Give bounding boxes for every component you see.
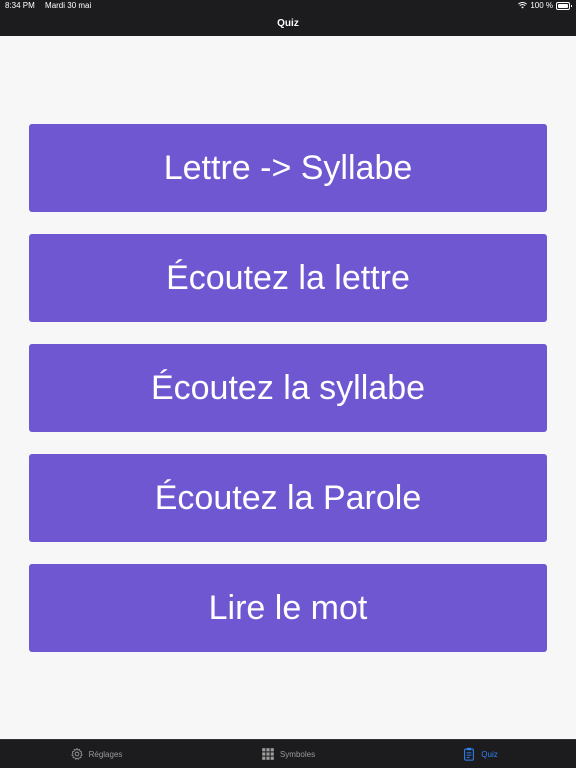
page-title: Quiz: [277, 18, 299, 29]
battery-percent: 100 %: [530, 1, 553, 10]
tab-symbols-label: Symboles: [279, 749, 316, 759]
tab-quiz[interactable]: Quiz: [384, 740, 576, 768]
battery-icon: [556, 1, 572, 10]
status-time: 8:34 PM: [5, 1, 35, 10]
status-date: Mardi 30 mai: [45, 1, 92, 10]
status-left: 8:34 PM Mardi 30 mai: [5, 1, 91, 10]
quiz-letter-to-syllable-button[interactable]: Lettre -> Syllabe: [29, 124, 547, 212]
tab-symbols[interactable]: Symboles: [192, 740, 384, 768]
tab-settings[interactable]: Réglages: [0, 740, 192, 768]
quiz-listen-letter-button[interactable]: Écoutez la lettre: [29, 234, 547, 322]
quiz-listen-speech-button[interactable]: Écoutez la Parole: [29, 454, 547, 542]
quiz-read-word-button[interactable]: Lire le mot: [29, 564, 547, 652]
wifi-icon: [518, 2, 528, 9]
tab-quiz-label: Quiz: [481, 749, 498, 759]
quiz-content: Lettre -> Syllabe Écoutez la lettre Écou…: [0, 36, 576, 739]
tab-settings-label: Réglages: [88, 749, 123, 759]
gear-icon: [70, 748, 83, 760]
grid-icon: [262, 748, 274, 760]
tab-bar: Réglages Symboles Quiz: [0, 739, 576, 768]
navigation-bar: Quiz: [0, 12, 576, 36]
status-right: 100 %: [518, 1, 572, 10]
status-bar: 8:34 PM Mardi 30 mai 100 %: [0, 0, 576, 12]
clipboard-icon: [464, 747, 475, 761]
quiz-listen-syllable-button[interactable]: Écoutez la syllabe: [29, 344, 547, 432]
